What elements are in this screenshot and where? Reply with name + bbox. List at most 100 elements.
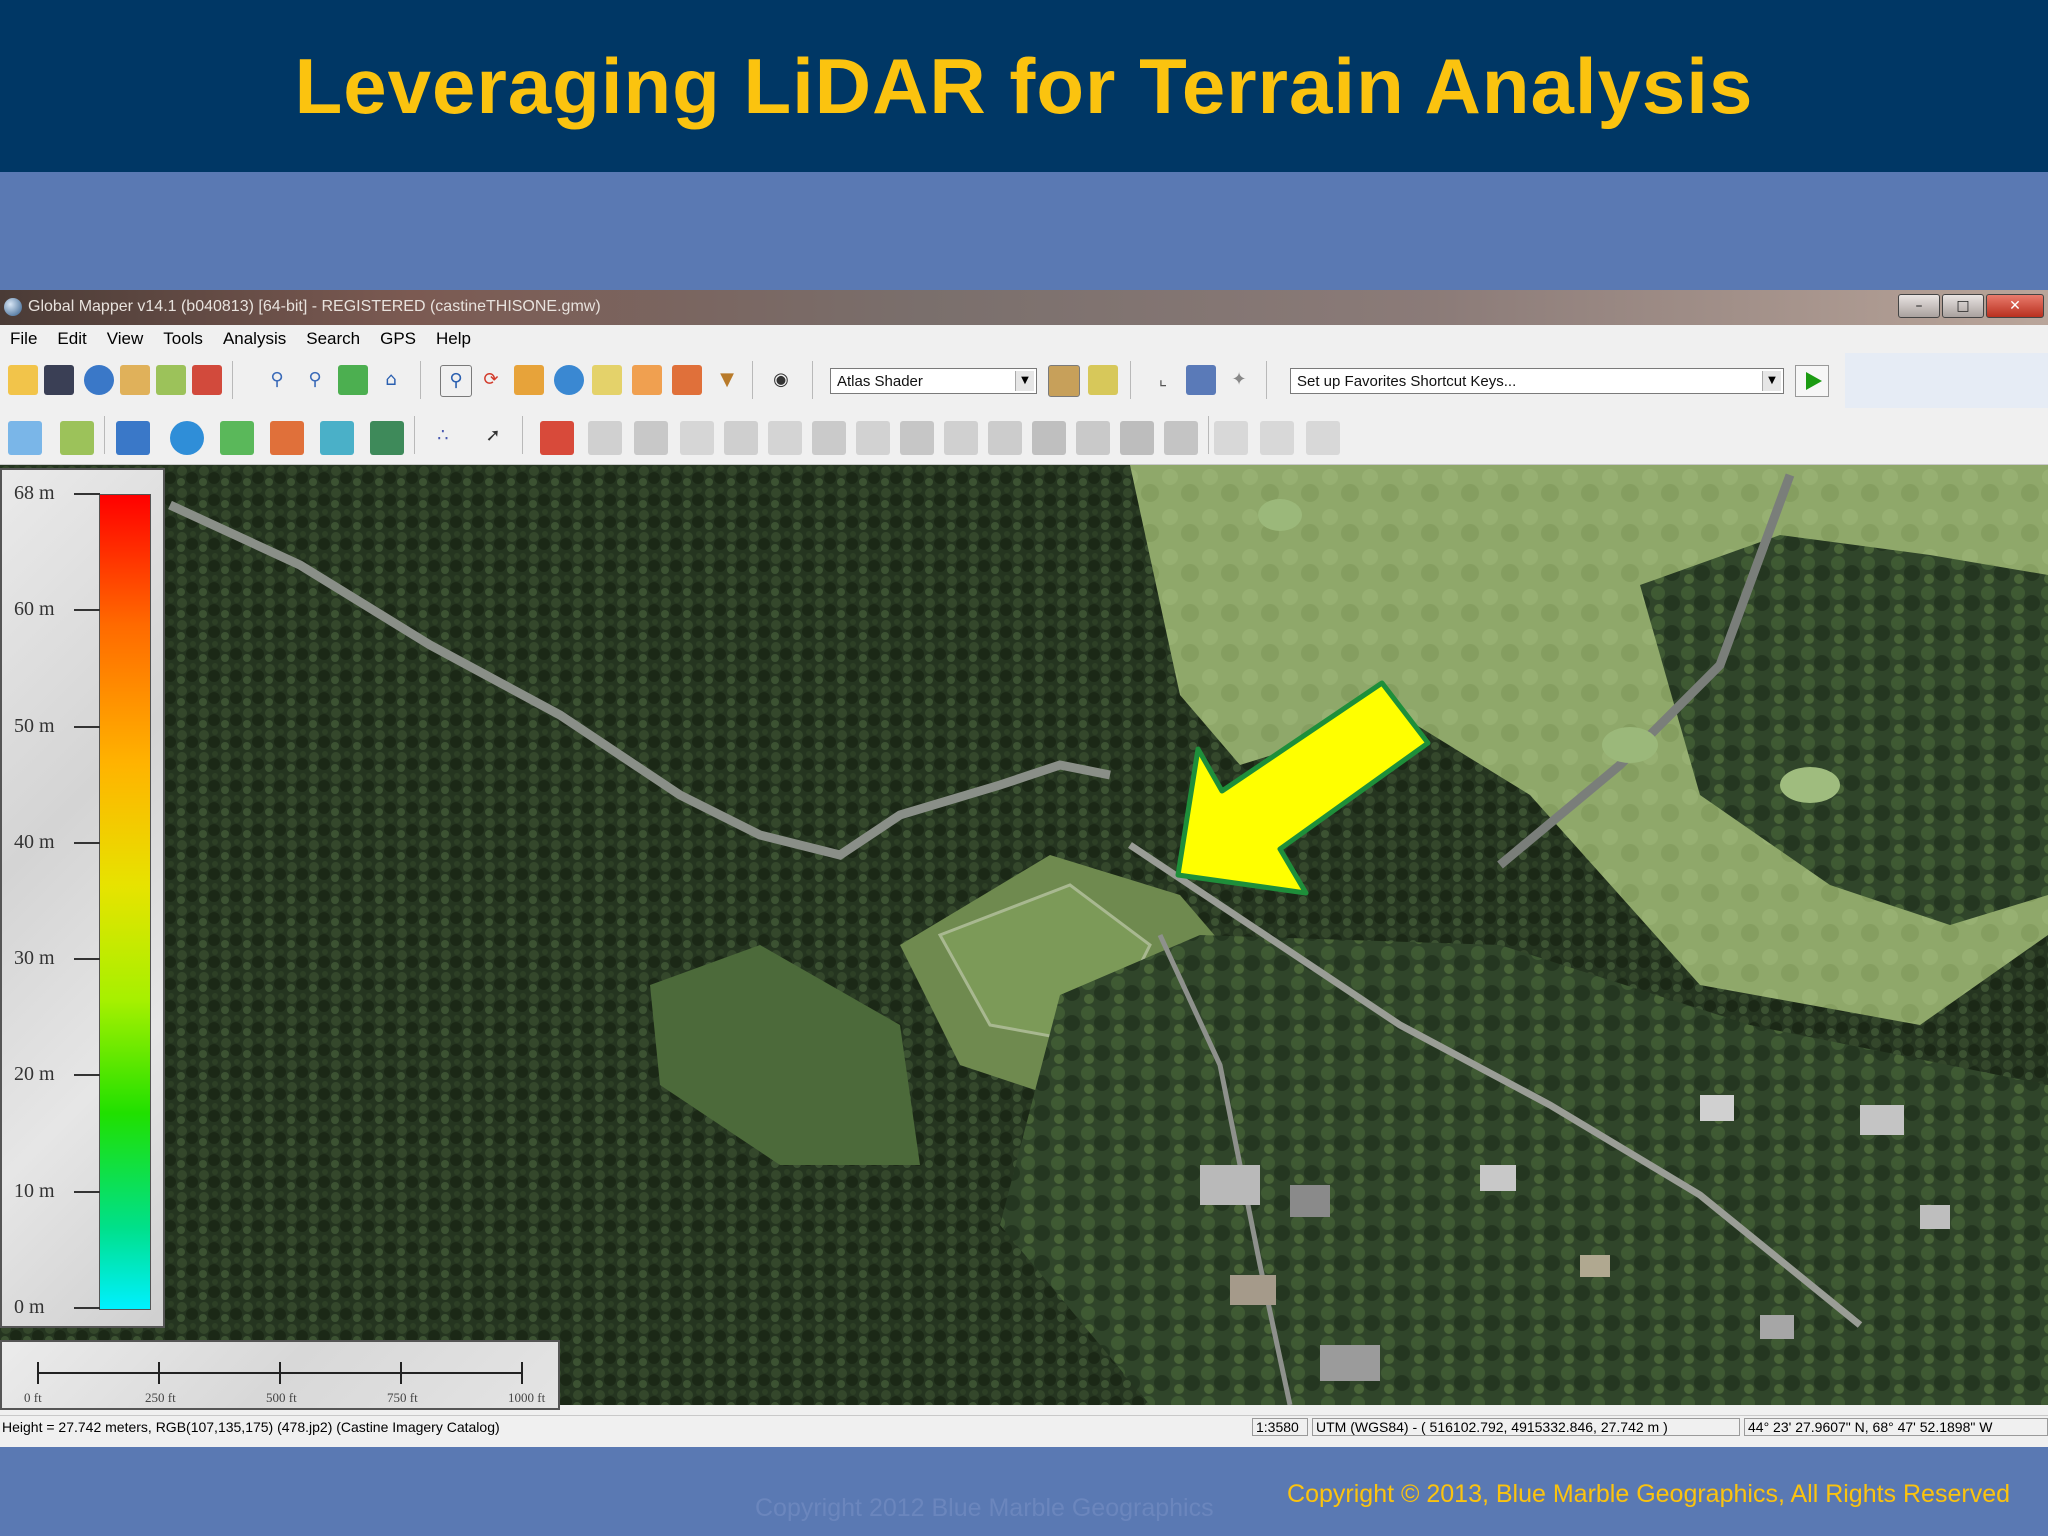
legend-label: 68 m [14, 482, 55, 504]
measure-icon[interactable] [514, 365, 544, 395]
reshape-icon[interactable] [270, 421, 304, 455]
save-icon[interactable] [44, 365, 74, 395]
legend-label: 40 m [14, 830, 55, 853]
join-icon[interactable] [588, 421, 622, 455]
status-projection: UTM (WGS84) - ( 516102.792, 4915332.846,… [1312, 1418, 1740, 1436]
toolbar-separator [104, 416, 105, 454]
elevation-color-ramp [99, 494, 151, 1310]
menu-file[interactable]: File [0, 329, 47, 349]
grid-select-icon[interactable] [370, 421, 404, 455]
path-profile-icon[interactable] [592, 365, 622, 395]
menu-view[interactable]: View [97, 329, 154, 349]
digitizer-icon[interactable] [672, 365, 702, 395]
rotate-icon[interactable] [320, 421, 354, 455]
download-globe-icon[interactable] [84, 365, 114, 395]
combine-icon[interactable] [1032, 421, 1066, 455]
create-line-icon[interactable] [116, 421, 150, 455]
shape-icon[interactable] [1120, 421, 1154, 455]
legend-tick [74, 958, 100, 961]
undo-icon[interactable] [1306, 421, 1340, 455]
menu-gps[interactable]: GPS [370, 329, 426, 349]
legend-label: 0 m [14, 1296, 45, 1318]
offset-icon[interactable] [1214, 421, 1248, 455]
run-favorite-button[interactable] [1795, 365, 1829, 397]
binoculars-icon[interactable]: ◉ [766, 365, 796, 395]
insert-vertex-icon[interactable]: ➚ [476, 421, 510, 455]
view-shed-icon[interactable] [632, 365, 662, 395]
overlay-control-center-icon[interactable] [120, 365, 150, 395]
config-icon[interactable] [156, 365, 186, 395]
status-scale: 1:3580 [1252, 1418, 1308, 1436]
scale-bar: 0 ft 250 ft 500 ft 750 ft 1000 ft [0, 1340, 560, 1410]
home-icon[interactable]: ⌂ [376, 365, 406, 395]
toolbar-separator [1208, 416, 1209, 454]
app-globe-icon [4, 298, 22, 316]
toolbar-separator [752, 361, 753, 399]
legend-label: 30 m [14, 947, 55, 970]
zoom-in-icon[interactable]: ⚲ [262, 365, 292, 395]
create-area-icon[interactable] [60, 421, 94, 455]
compass-icon[interactable]: ✦ [1224, 365, 1254, 395]
toolbar-separator [232, 361, 233, 399]
simplify-icon[interactable] [900, 421, 934, 455]
smooth-icon[interactable] [856, 421, 890, 455]
scale-tick [37, 1362, 39, 1384]
menu-tools[interactable]: Tools [153, 329, 213, 349]
shader-select-value: Atlas Shader [837, 373, 923, 390]
legend-label: 10 m [14, 1179, 55, 1202]
toolbar-empty-area [1845, 353, 2048, 408]
3d-globe-icon[interactable] [1186, 365, 1216, 395]
pan-tool-icon[interactable]: ⟳ [476, 365, 506, 395]
menu-analysis[interactable]: Analysis [213, 329, 296, 349]
3d-view-icon[interactable]: ⌞ [1148, 365, 1178, 395]
crop-icon[interactable] [680, 421, 714, 455]
slide-header: Leveraging LiDAR for Terrain Analysis [0, 0, 2048, 172]
scale-tick [400, 1362, 402, 1384]
close-button[interactable]: ✕ [1986, 294, 2044, 318]
open-folder-icon[interactable] [8, 365, 38, 395]
perpendicular-icon[interactable] [1260, 421, 1294, 455]
window-titlebar[interactable]: Global Mapper v14.1 (b040813) [64-bit] -… [0, 290, 2048, 325]
favorites-select[interactable]: Set up Favorites Shortcut Keys... ▼ [1290, 368, 1784, 394]
scale-label: 250 ft [145, 1390, 176, 1405]
shader-select[interactable]: Atlas Shader ▼ [830, 368, 1037, 394]
menu-help[interactable]: Help [426, 329, 481, 349]
zoom-tool-icon[interactable]: ⚲ [440, 365, 472, 397]
legend-label: 50 m [14, 714, 55, 737]
feature-info-icon[interactable] [554, 365, 584, 395]
status-info: Height = 27.742 meters, RGB(107,135,175)… [2, 1419, 500, 1435]
cut-icon[interactable] [1076, 421, 1110, 455]
hill-shading-icon[interactable] [1088, 365, 1118, 395]
chevron-down-icon[interactable]: ▼ [1762, 371, 1781, 391]
play-icon [1806, 372, 1822, 390]
union-icon[interactable] [724, 421, 758, 455]
maximize-button[interactable]: □ [1942, 294, 1984, 318]
projection-icon[interactable] [192, 365, 222, 395]
chevron-down-icon[interactable]: ▼ [1015, 371, 1034, 391]
scale-tick [158, 1362, 160, 1384]
merge-icon[interactable] [634, 421, 668, 455]
status-bar: Height = 27.742 meters, RGB(107,135,175)… [0, 1415, 2048, 1438]
full-view-icon[interactable] [338, 365, 368, 395]
fill-icon[interactable] [988, 421, 1022, 455]
shader-settings-icon[interactable] [1048, 365, 1080, 397]
move-feature-icon[interactable] [220, 421, 254, 455]
area-measure-icon[interactable] [944, 421, 978, 455]
intersect-icon[interactable] [768, 421, 802, 455]
minimize-button[interactable]: – [1898, 294, 1940, 318]
vertex-icon[interactable]: ∴ [426, 421, 460, 455]
map-view[interactable] [0, 465, 2048, 1405]
legend-tick [74, 841, 100, 844]
menu-search[interactable]: Search [296, 329, 370, 349]
menu-bar: File Edit View Tools Analysis Search GPS… [0, 325, 2048, 353]
edit-feature-icon[interactable] [8, 421, 42, 455]
create-point-icon[interactable] [170, 421, 204, 455]
menu-edit[interactable]: Edit [47, 329, 96, 349]
buffer-icon[interactable] [812, 421, 846, 455]
erase-icon[interactable] [1164, 421, 1198, 455]
zoom-out-icon[interactable]: ⚲ [300, 365, 330, 395]
toolbar-separator [812, 361, 813, 399]
split-line-icon[interactable] [540, 421, 574, 455]
legend-tick [74, 1074, 100, 1077]
dropdown-arrow-icon[interactable]: ▼ [712, 365, 742, 395]
